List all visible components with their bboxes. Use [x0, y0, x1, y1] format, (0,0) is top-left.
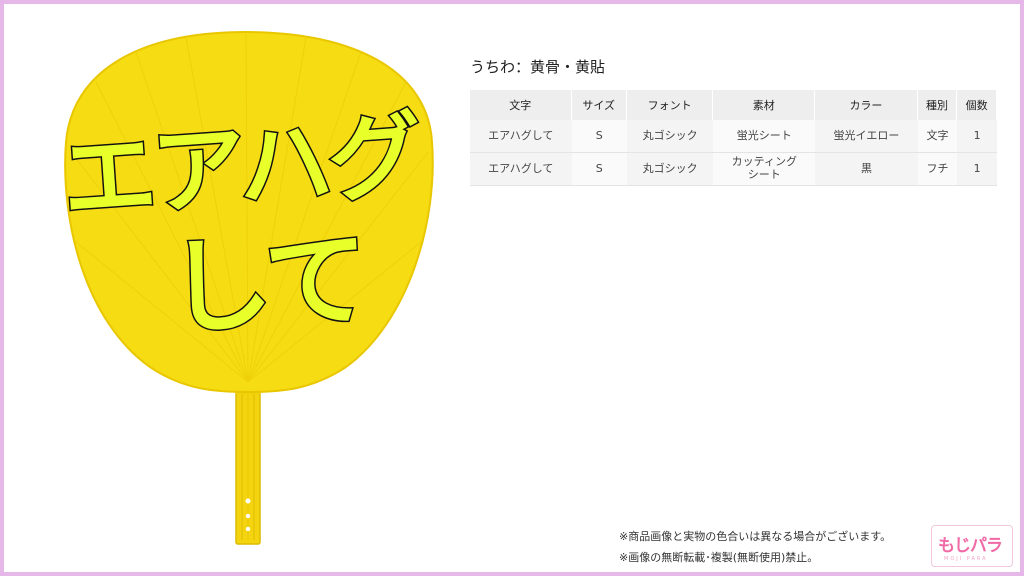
- cell-type: フチ: [917, 153, 958, 186]
- cell-color: 蛍光イエロー: [815, 120, 918, 153]
- fan-text-line2: して: [163, 216, 369, 351]
- header-cell-quantity: 個数: [957, 90, 997, 120]
- cell-size: S: [571, 120, 627, 153]
- cell-quantity: 1: [957, 120, 997, 153]
- cell-text: エアハグして: [470, 153, 572, 186]
- cell-text: エアハグして: [470, 120, 572, 153]
- product-title: うちわ：黄骨・黄貼: [470, 58, 606, 76]
- cell-material: 蛍光シート: [713, 120, 816, 153]
- cell-size: S: [571, 153, 627, 186]
- cell-color: 黒: [815, 153, 918, 186]
- cell-material: カッティング シート: [713, 153, 816, 186]
- cell-font: 丸ゴシック: [626, 153, 714, 186]
- note-copy-prohibited: ※画像の無断転載･複製(無断使用)禁止。: [619, 551, 819, 564]
- note-color-disclaimer: ※商品画像と実物の色合いは異なる場合がございます。: [619, 530, 892, 543]
- table-row: エアハグして S 丸ゴシック 蛍光シート 蛍光イエロー 文字 1: [470, 120, 997, 153]
- uchiwa-fan-image: エアハグ して: [56, 22, 446, 567]
- spec-table-header-row: 文字 サイズ フォント 素材 カラー 種別 個数: [470, 90, 997, 120]
- logo-subtext: MOJI PARA: [944, 556, 988, 562]
- table-row: エアハグして S 丸ゴシック カッティング シート 黒 フチ 1: [470, 153, 997, 186]
- spec-table: 文字 サイズ フォント 素材 カラー 種別 個数 エアハグして S 丸ゴシック …: [470, 90, 997, 186]
- header-cell-text: 文字: [470, 90, 572, 120]
- cell-font: 丸ゴシック: [626, 120, 714, 153]
- notes: ※商品画像と実物の色合いは異なる場合がございます。 ※画像の無断転載･複製(無断…: [619, 526, 891, 568]
- mojipara-logo: もじパラ MOJI PARA: [931, 525, 1013, 567]
- logo-text: もじパラ: [938, 536, 1003, 556]
- fan-text-line1: エアハグ: [57, 100, 423, 237]
- header-cell-color: カラー: [815, 90, 918, 120]
- page-frame: エアハグ して うちわ：黄骨・黄貼 文字 サイズ フォント 素材 カラー 種別 …: [0, 0, 1024, 576]
- header-cell-size: サイズ: [571, 90, 627, 120]
- header-cell-font: フォント: [626, 90, 714, 120]
- header-cell-type: 種別: [917, 90, 958, 120]
- cell-quantity: 1: [957, 153, 997, 186]
- header-cell-material: 素材: [713, 90, 816, 120]
- cell-type: 文字: [917, 120, 958, 153]
